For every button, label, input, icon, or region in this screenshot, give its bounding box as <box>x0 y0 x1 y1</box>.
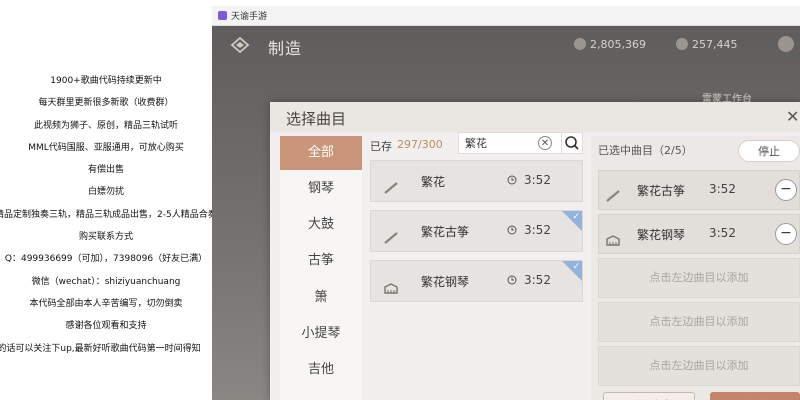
left-notes: 1900+歌曲代码持续更新中 每天群里更新很多新歌（收费群） 此视频为狮子、原创… <box>0 70 212 360</box>
note-line: 每天群里更新很多新歌（收费群） <box>38 98 174 109</box>
empty-slot[interactable]: 点击左边曲目以添加 <box>598 302 800 342</box>
select-song-dialog: 选择曲目 ✕ 全部 钢琴 大鼓 古筝 箫 小提琴 吉他 已存 297/300 ✕ <box>270 102 800 400</box>
song-name: 繁花钢琴 <box>637 228 686 242</box>
note-line: 1900+歌曲代码持续更新中 <box>50 76 162 86</box>
empty-slot[interactable]: 点击左边曲目以添加 <box>598 346 800 386</box>
note-line: MML代码国服、亚服通用，可放心购买 <box>28 142 184 153</box>
song-name: 繁花钢琴 <box>421 275 470 289</box>
note-line: 购买联系方式 <box>78 232 133 243</box>
currency-gem: 2,805,369 <box>574 38 646 51</box>
flute-icon <box>606 190 620 202</box>
app-window: 天谕手游 制造 2,805,369 257,445 雷蒙工作台 选择曲目 ✕ 全… <box>212 6 800 400</box>
currency-coin-value: 257,445 <box>692 38 738 51</box>
currency-coin: 257,445 <box>676 38 738 51</box>
note-line: 此视频为狮子、原创，精品三轨试听 <box>33 120 178 131</box>
clock-icon <box>507 275 517 285</box>
gem-icon <box>574 38 586 50</box>
empty-slot[interactable]: 点击左边曲目以添加 <box>598 258 800 298</box>
note-line: 白嫖勿扰 <box>87 187 124 198</box>
flute-icon <box>384 232 398 244</box>
coin-icon <box>676 38 688 50</box>
clock-icon <box>507 175 517 185</box>
page-title: 制造 <box>268 39 303 58</box>
song-duration: 3:52 <box>524 273 551 287</box>
category-guzheng[interactable]: 古筝 <box>280 244 362 278</box>
selected-label-text: 已选中曲目 <box>598 144 653 157</box>
note-line: 有偿出售 <box>87 165 124 176</box>
selected-label: 已选中曲目（2/5） <box>598 142 693 158</box>
library-count: 297/300 <box>397 138 443 151</box>
dialog-header: 选择曲目 ✕ <box>270 102 800 132</box>
selected-song[interactable]: 繁花钢琴 3:52 − <box>598 214 800 254</box>
note-line: Q：499936699（可加），7398096（好友已满） <box>4 254 208 265</box>
back-icon[interactable] <box>230 36 250 54</box>
stop-button[interactable]: 停止 <box>738 140 800 162</box>
game-screen: 制造 2,805,369 257,445 雷蒙工作台 选择曲目 ✕ 全部 钢琴 … <box>212 26 800 400</box>
library-song[interactable]: 繁花 3:52 <box>370 160 583 202</box>
song-name: 繁花古筝 <box>637 184 686 198</box>
note-line: 感谢各位观看和支持 <box>65 321 147 332</box>
check-icon: ✓ <box>572 212 580 222</box>
search-input[interactable] <box>463 135 537 150</box>
note-line: 接精品定制独奏三轨，精品三轨成品出售，2-5人精品合奏 <box>0 209 212 220</box>
close-icon[interactable]: ✕ <box>786 107 799 126</box>
category-all[interactable]: 全部 <box>280 136 362 170</box>
flute-icon <box>384 182 398 194</box>
clock-icon <box>507 225 517 235</box>
clear-all-button[interactable]: 一键清空 <box>603 392 695 400</box>
dialog-title: 选择曲目 <box>286 110 347 128</box>
category-xiao[interactable]: 箫 <box>280 281 362 315</box>
window-titlebar: 天谕手游 <box>212 6 800 26</box>
song-duration: 3:52 <box>524 223 551 237</box>
category-piano[interactable]: 钢琴 <box>280 172 362 206</box>
top-bar: 制造 2,805,369 257,445 <box>212 26 800 66</box>
add-currency-icon[interactable] <box>778 36 794 52</box>
selected-count: （2/5） <box>653 144 693 157</box>
category-drum[interactable]: 大鼓 <box>280 208 362 242</box>
note-line: 微信（wechat）：shiziyuanchuang <box>31 276 181 287</box>
currency-gem-value: 2,805,369 <box>590 38 646 51</box>
song-duration: 3:52 <box>709 226 736 240</box>
piano-icon <box>606 235 620 246</box>
library-song[interactable]: 繁花古筝 3:52 ✓ <box>370 210 583 252</box>
category-list: 全部 钢琴 大鼓 古筝 箫 小提琴 吉他 <box>280 136 362 400</box>
category-guitar[interactable]: 吉他 <box>280 353 362 387</box>
selected-song[interactable]: 繁花古筝 3:52 − <box>598 170 800 210</box>
app-icon <box>218 11 227 20</box>
search-icon <box>565 136 579 150</box>
remove-song-button[interactable]: − <box>775 223 797 245</box>
song-duration: 3:52 <box>709 182 736 196</box>
note-line: 的话可以关注下up,最新好听歌曲代码第一时间得知 <box>0 343 201 354</box>
clear-search-icon[interactable]: ✕ <box>538 136 552 150</box>
note-line: 本代码全部由本人辛苦编写，切勿倒卖 <box>29 298 183 309</box>
song-duration: 3:52 <box>524 173 551 187</box>
check-icon: ✓ <box>572 262 580 272</box>
library-label: 已存 <box>370 140 392 153</box>
piano-icon <box>384 283 398 294</box>
category-violin[interactable]: 小提琴 <box>280 317 362 351</box>
library-song[interactable]: 繁花钢琴 3:52 ✓ <box>370 260 583 302</box>
confirm-button[interactable]: 确认 <box>710 392 800 400</box>
selected-songs-panel: 已选中曲目（2/5） 停止 繁花古筝 3:52 − 繁花钢琴 3:52 − 点击… <box>591 136 800 400</box>
window-title: 天谕手游 <box>231 12 268 22</box>
remove-song-button[interactable]: − <box>775 179 797 201</box>
song-name: 繁花古筝 <box>421 225 470 239</box>
search-box: ✕ <box>458 132 562 154</box>
song-name: 繁花 <box>421 175 446 189</box>
search-button[interactable] <box>561 132 583 154</box>
